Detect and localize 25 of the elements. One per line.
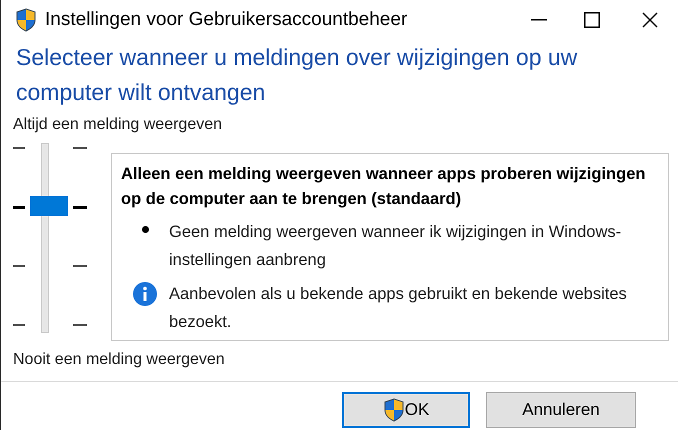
tick-mark <box>13 206 25 209</box>
description-text: Geen melding weergeven wanneer ik wijzigingen in Windows-instellingen aanbreng <box>169 222 622 271</box>
description-title: Alleen een melding weergeven wanneer apps proberen wijzigingen op de computer aan te brengen (standaard) <box>121 164 646 210</box>
info-icon <box>133 282 157 306</box>
heading: Selecteer wanneer u meldingen over wijzigingen op uw computer wilt ontvangen <box>15 43 578 107</box>
shield-icon <box>15 8 37 32</box>
shield-icon <box>382 398 405 422</box>
description-text: Aanbevolen als u bekende apps gebruikt en bekende websites bezoekt. <box>169 284 628 333</box>
tick-mark <box>13 147 25 149</box>
cancel-button[interactable]: Annuleren <box>486 392 636 428</box>
slider-thumb[interactable] <box>30 196 68 216</box>
slider-bottom-label: Nooit een melding weergeven <box>12 350 226 370</box>
tick-mark <box>13 324 25 326</box>
minimize-icon <box>531 19 547 21</box>
window-title: Instellingen voor Gebruikersaccountbeheer <box>45 8 408 32</box>
ok-button[interactable]: OK <box>342 392 470 428</box>
tick-mark <box>73 324 87 326</box>
tick-mark <box>73 147 87 149</box>
tick-mark <box>73 206 87 209</box>
slider-top-label: Altijd een melding weergeven <box>12 115 224 135</box>
tick-mark <box>73 265 87 267</box>
maximize-icon <box>584 12 600 28</box>
bullet-icon <box>142 226 148 233</box>
tick-mark <box>13 265 25 267</box>
close-icon <box>642 12 658 28</box>
